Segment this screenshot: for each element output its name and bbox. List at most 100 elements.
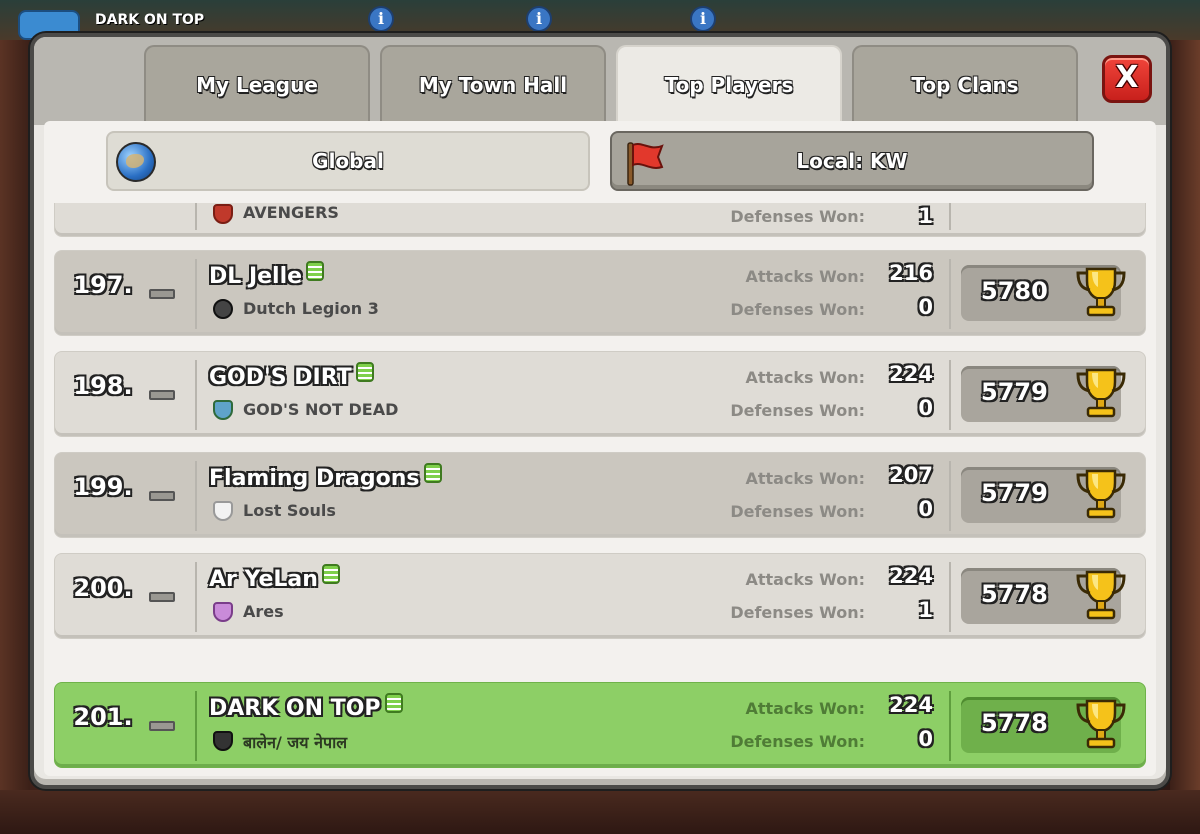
defenses-won-value: 0	[918, 295, 933, 319]
defenses-won-label: Defenses Won:	[730, 732, 865, 751]
attacks-won-value: 224	[889, 564, 933, 588]
trophy-count: 5779	[981, 378, 1048, 406]
trophy-icon	[1076, 469, 1126, 519]
trophy-box: 5778	[961, 568, 1126, 624]
trophy-box: 5780	[961, 265, 1126, 321]
list-item[interactable]: 200. Ar YeLan Ares Attacks Won: 224 Defe…	[54, 553, 1146, 639]
my-player-row[interactable]: 201. DARK ON TOP बालेन/ जय नेपाल Attacks…	[54, 682, 1146, 768]
clan-badge-icon	[213, 501, 233, 521]
player-name: Flaming Dragons	[209, 463, 442, 491]
attacks-won-value: 216	[889, 261, 933, 285]
trophy-box: 5778	[961, 697, 1126, 753]
defenses-won-value: 0	[918, 497, 933, 521]
attacks-won-label: Attacks Won:	[745, 570, 865, 589]
defenses-won-label: Defenses Won:	[730, 603, 865, 622]
clan-name: GOD'S NOT DEAD	[243, 400, 399, 419]
list-item[interactable]: 197. DL Jelle Dutch Legion 3 Attacks Won…	[54, 250, 1146, 336]
tab-my-town-hall[interactable]: My Town Hall	[380, 45, 606, 125]
trophy-box: 5779	[961, 467, 1126, 523]
row-divider	[949, 259, 951, 329]
defenses-won-label: Defenses Won:	[730, 502, 865, 521]
rank-unchanged-icon	[149, 390, 175, 400]
trophy-icon	[1076, 570, 1126, 620]
clan-name: Lost Souls	[243, 501, 336, 520]
clan-name: बालेन/ जय नेपाल	[243, 733, 348, 752]
rank-number: 200.	[73, 574, 133, 602]
trophy-icon	[1076, 368, 1126, 418]
clan-name: Dutch Legion 3	[243, 299, 379, 318]
row-divider	[195, 259, 197, 329]
rank-unchanged-icon	[149, 721, 175, 731]
defenses-won-value: 1	[918, 204, 933, 228]
list-item[interactable]: AVENGERS Defenses Won: 1	[54, 203, 1146, 237]
tab-my-league[interactable]: My League	[144, 45, 370, 125]
rank-number: 198.	[73, 372, 133, 400]
clan-name: AVENGERS	[243, 203, 339, 222]
chat-icon	[321, 564, 340, 584]
defenses-won-value: 1	[918, 598, 933, 622]
trophy-count: 5780	[981, 277, 1048, 305]
trophy-count: 5779	[981, 479, 1048, 507]
rank-number: 201.	[73, 703, 133, 731]
player-name: Ar YeLan	[209, 564, 340, 592]
attacks-won-label: Attacks Won:	[745, 267, 865, 286]
defenses-won-label: Defenses Won:	[730, 300, 865, 319]
info-icon: i	[526, 6, 552, 32]
trophy-box: 5779	[961, 366, 1126, 422]
chat-icon	[384, 693, 403, 713]
rank-number: 197.	[73, 271, 133, 299]
list-item[interactable]: 199. Flaming Dragons Lost Souls Attacks …	[54, 452, 1146, 538]
attacks-won-label: Attacks Won:	[745, 699, 865, 718]
player-name: DL Jelle	[209, 261, 325, 289]
row-divider	[195, 461, 197, 531]
leaderboard-content: Global Local: KW AVENGERS Defenses Won: …	[44, 121, 1156, 776]
rank-unchanged-icon	[149, 592, 175, 602]
attacks-won-label: Attacks Won:	[745, 469, 865, 488]
player-name: GOD'S DIRT	[209, 362, 374, 390]
tab-top-players[interactable]: Top Players	[616, 45, 842, 125]
tabs-bar: My League My Town Hall Top Players Top C…	[34, 37, 1166, 125]
defenses-won-value: 0	[918, 396, 933, 420]
local-filter-button[interactable]: Local: KW	[610, 131, 1094, 191]
row-divider	[949, 691, 951, 761]
attacks-won-value: 224	[889, 693, 933, 717]
rank-unchanged-icon	[149, 289, 175, 299]
village-background-left	[0, 40, 30, 834]
attacks-won-label: Attacks Won:	[745, 368, 865, 387]
tab-top-clans[interactable]: Top Clans	[852, 45, 1078, 125]
attacks-won-value: 224	[889, 362, 933, 386]
village-background-bottom	[0, 790, 1200, 834]
trophy-icon	[1076, 267, 1126, 317]
close-icon: X	[1115, 60, 1139, 95]
player-name: DARK ON TOP	[209, 693, 403, 721]
row-divider	[195, 203, 197, 230]
global-filter-label: Global	[312, 149, 384, 173]
info-icon: i	[690, 6, 716, 32]
attacks-won-value: 207	[889, 463, 933, 487]
clan-badge-icon	[213, 602, 233, 622]
global-filter-button[interactable]: Global	[106, 131, 590, 191]
row-divider	[949, 360, 951, 430]
player-list[interactable]: AVENGERS Defenses Won: 1 197. DL Jelle D…	[44, 203, 1156, 773]
row-divider	[949, 203, 951, 230]
leaderboard-panel: My League My Town Hall Top Players Top C…	[30, 33, 1170, 789]
village-name-label: DARK ON TOP	[95, 12, 205, 28]
local-filter-label: Local: KW	[796, 149, 908, 173]
list-item[interactable]: 198. GOD'S DIRT GOD'S NOT DEAD Attacks W…	[54, 351, 1146, 437]
chat-icon	[355, 362, 374, 382]
info-icon: i	[368, 6, 394, 32]
row-divider	[195, 691, 197, 761]
close-button[interactable]: X	[1102, 55, 1152, 103]
clan-badge-icon	[213, 204, 233, 224]
clan-badge-icon	[213, 731, 233, 751]
trophy-icon	[1076, 699, 1126, 749]
row-divider	[195, 360, 197, 430]
village-background-right	[1170, 40, 1200, 834]
trophy-count: 5778	[981, 580, 1048, 608]
defenses-won-label: Defenses Won:	[730, 207, 865, 226]
clan-badge-icon	[213, 400, 233, 420]
rank-number: 199.	[73, 473, 133, 501]
trophy-count: 5778	[981, 709, 1048, 737]
clan-name: Ares	[243, 602, 284, 621]
clan-badge-icon	[213, 299, 233, 319]
